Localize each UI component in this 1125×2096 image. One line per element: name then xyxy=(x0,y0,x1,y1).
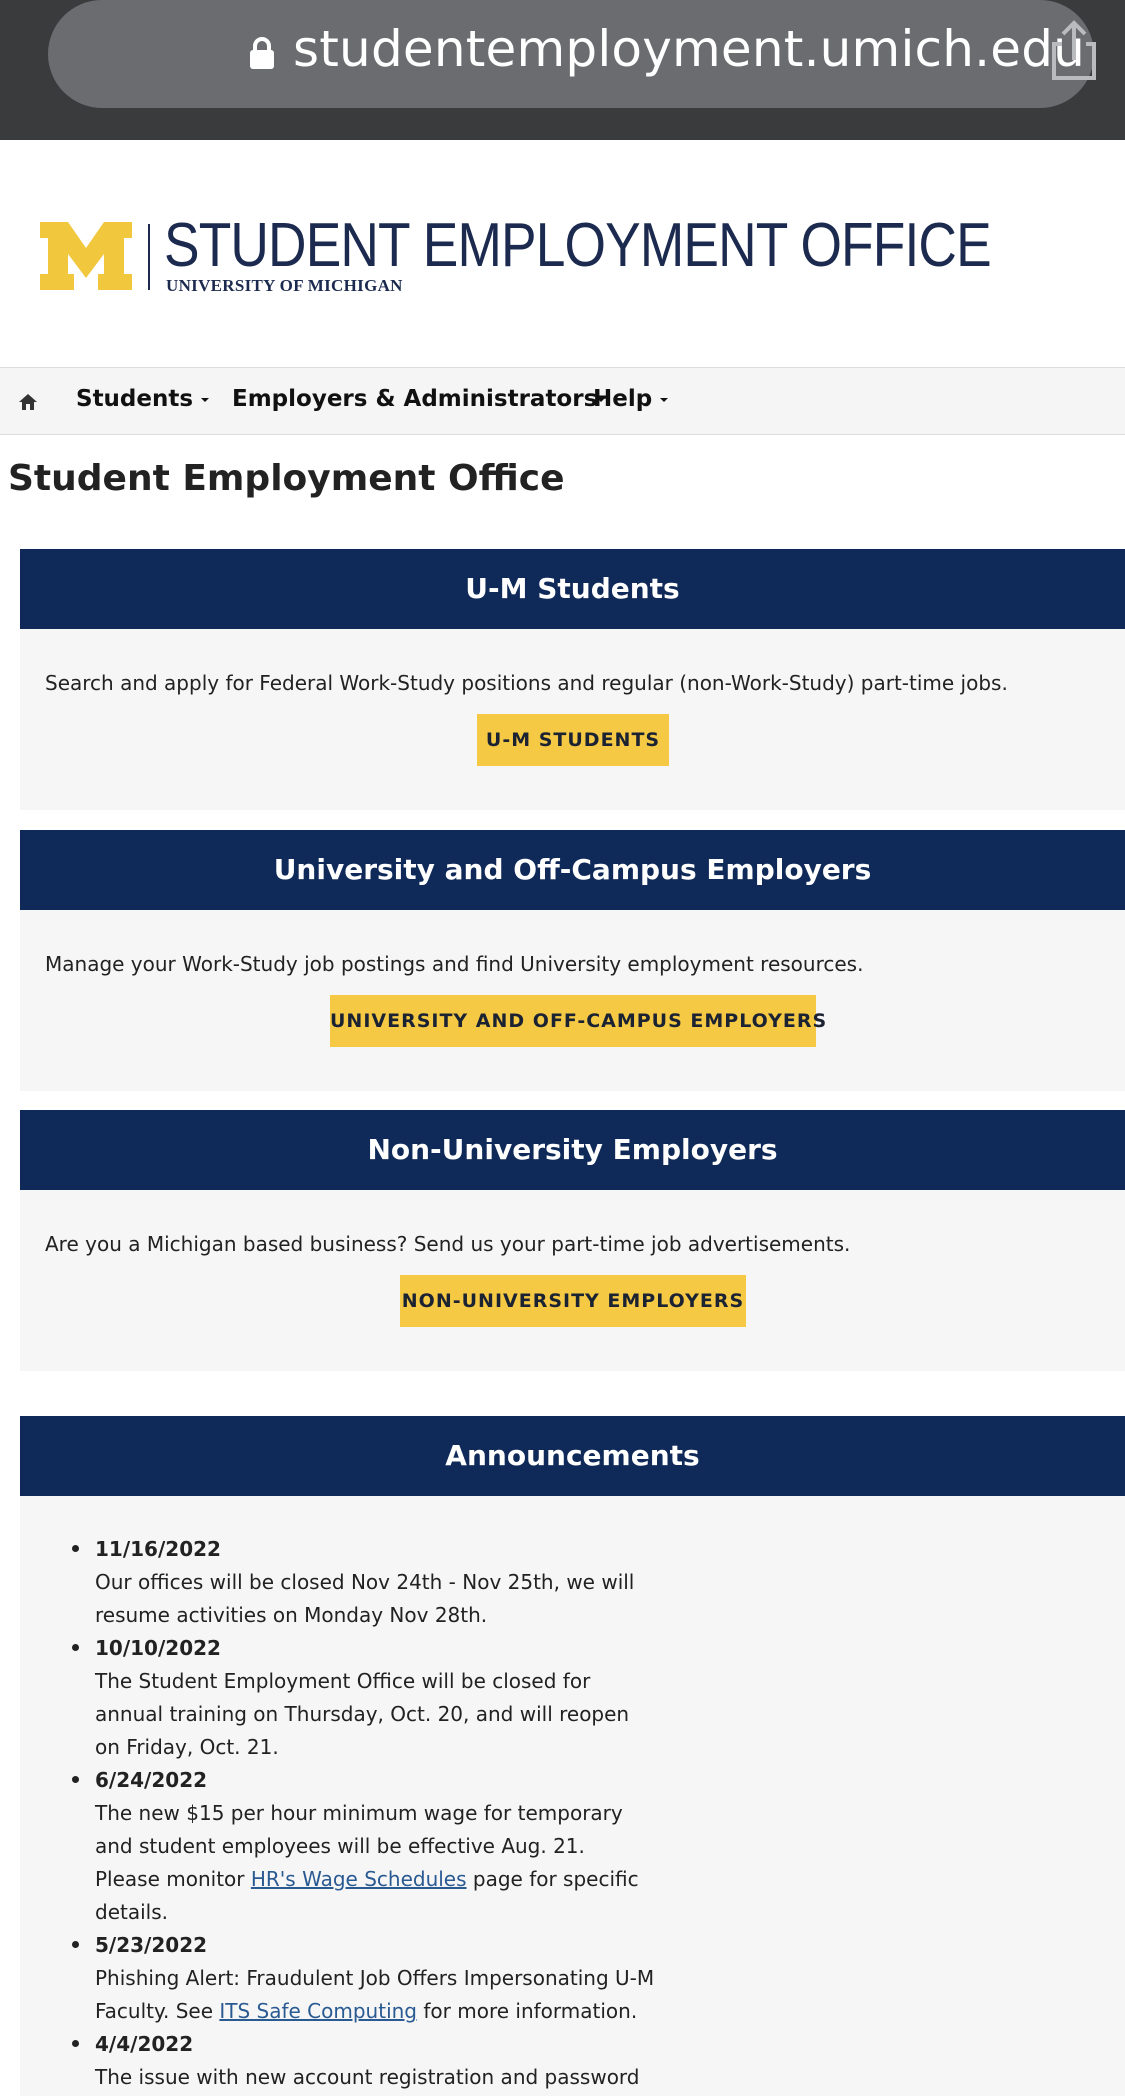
panel-heading: University and Off-Campus Employers xyxy=(20,830,1125,910)
lock-icon xyxy=(250,37,274,69)
announcement-item: 4/4/2022 The issue with new account regi… xyxy=(20,2028,660,2094)
announcement-item: 5/23/2022 Phishing Alert: Fraudulent Job… xyxy=(20,1929,660,2028)
its-safe-computing-link[interactable]: ITS Safe Computing xyxy=(219,1999,417,2023)
panel-university-employers: University and Off-Campus Employers Mana… xyxy=(20,830,1125,1091)
announcement-date: 6/24/2022 xyxy=(95,1768,208,1792)
announcement-item: 10/10/2022 The Student Employment Office… xyxy=(20,1632,660,1764)
nav-help-label: Help xyxy=(593,386,653,412)
page-title: Student Employment Office xyxy=(8,458,565,499)
panel-non-university-employers: Non-University Employers Are you a Michi… xyxy=(20,1110,1125,1371)
logo-divider xyxy=(148,224,150,290)
announcements-list: 11/16/2022 Our offices will be closed No… xyxy=(20,1533,660,2094)
nav-students-label: Students xyxy=(76,386,194,412)
announcement-item: 6/24/2022 The new $15 per hour minimum w… xyxy=(20,1764,660,1929)
address-bar[interactable]: studentemployment.umich.edu xyxy=(48,0,1096,108)
nav-help[interactable]: Help xyxy=(593,386,669,412)
panel-description: Are you a Michigan based business? Send … xyxy=(45,1232,851,1256)
block-m-logo xyxy=(40,222,132,290)
caret-down-icon xyxy=(201,397,210,402)
site-header: STUDENT EMPLOYMENT OFFICE UNIVERSITY OF … xyxy=(0,140,1125,367)
announcement-text: The Student Employment Office will be cl… xyxy=(95,1669,630,1759)
announcement-text: The issue with new account registration … xyxy=(95,2065,640,2089)
nav-employers-label: Employers & Administrators xyxy=(232,386,598,412)
panel-announcements: Announcements 11/16/2022 Our offices wil… xyxy=(20,1416,1125,2096)
logo-title: STUDENT EMPLOYMENT OFFICE xyxy=(164,211,992,280)
panel-description: Manage your Work-Study job postings and … xyxy=(45,952,864,976)
caret-down-icon xyxy=(660,397,669,402)
announcement-text: Phishing Alert: Fraudulent Job Offers Im… xyxy=(95,1962,655,2028)
site-logo[interactable]: STUDENT EMPLOYMENT OFFICE UNIVERSITY OF … xyxy=(40,211,992,302)
announcements-heading: Announcements xyxy=(20,1416,1125,1496)
hr-wage-schedules-link[interactable]: HR's Wage Schedules xyxy=(251,1867,467,1891)
panel-um-students: U-M Students Search and apply for Federa… xyxy=(20,549,1125,810)
home-icon[interactable] xyxy=(18,392,38,412)
announcement-text-part: for more information. xyxy=(417,1999,638,2023)
university-employers-button[interactable]: UNIVERSITY AND OFF-CAMPUS EMPLOYERS xyxy=(330,995,826,1047)
non-university-employers-button[interactable]: NON-UNIVERSITY EMPLOYERS xyxy=(400,1275,746,1327)
nav-students[interactable]: Students xyxy=(76,386,210,412)
browser-toolbar: studentemployment.umich.edu xyxy=(0,0,1125,140)
nav-employers-administrators[interactable]: Employers & Administrators xyxy=(232,386,606,412)
announcement-item: 11/16/2022 Our offices will be closed No… xyxy=(20,1533,660,1632)
panel-heading: Non-University Employers xyxy=(20,1110,1125,1190)
main-nav: Students Employers & Administrators Help xyxy=(0,367,1125,435)
announcement-date: 5/23/2022 xyxy=(95,1933,208,1957)
url-text[interactable]: studentemployment.umich.edu xyxy=(293,20,1085,78)
announcement-date: 4/4/2022 xyxy=(95,2032,194,2056)
panel-description: Search and apply for Federal Work-Study … xyxy=(45,671,1008,695)
share-icon[interactable] xyxy=(1048,20,1100,82)
announcement-date: 10/10/2022 xyxy=(95,1636,221,1660)
announcement-text: Our offices will be closed Nov 24th - No… xyxy=(95,1570,635,1627)
um-students-button[interactable]: U-M STUDENTS xyxy=(477,714,669,766)
announcement-text: The new $15 per hour minimum wage for te… xyxy=(95,1797,655,1929)
announcement-date: 11/16/2022 xyxy=(95,1537,221,1561)
panel-heading: U-M Students xyxy=(20,549,1125,629)
logo-subtitle: UNIVERSITY OF MICHIGAN xyxy=(166,276,403,295)
